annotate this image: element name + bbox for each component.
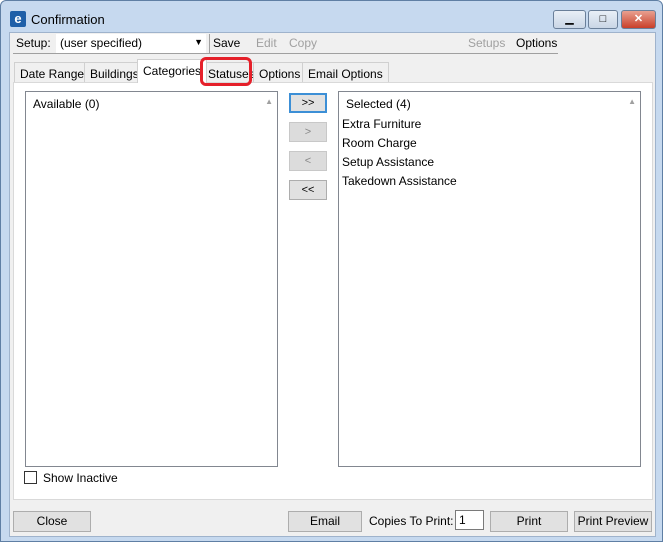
close-button[interactable]: Close: [13, 511, 91, 532]
toolbar-divider: [209, 34, 210, 53]
setup-dropdown[interactable]: (user specified) ▼: [56, 34, 206, 53]
copy-button[interactable]: Copy: [289, 36, 317, 50]
add-all-button[interactable]: >>: [289, 93, 327, 113]
highlight-ring: [200, 57, 252, 86]
copies-input[interactable]: 1: [455, 510, 484, 530]
available-list[interactable]: Available (0) ▲: [25, 91, 278, 467]
remove-all-button[interactable]: <<: [289, 180, 327, 200]
tab-buildings[interactable]: Buildings: [84, 62, 145, 82]
save-button[interactable]: Save: [213, 36, 240, 50]
setups-button[interactable]: Setups: [468, 36, 505, 50]
tab-date-range[interactable]: Date Range: [14, 62, 91, 82]
scroll-up-icon[interactable]: ▲: [628, 97, 636, 106]
setup-label: Setup:: [16, 36, 51, 50]
email-button[interactable]: Email: [288, 511, 362, 532]
print-button[interactable]: Print: [490, 511, 568, 532]
list-item[interactable]: Extra Furniture: [342, 117, 421, 131]
add-button[interactable]: >: [289, 122, 327, 142]
categories-panel: Available (0) ▲ >> > < << Selected (4) ▲…: [13, 82, 653, 500]
chevron-down-icon: ▼: [194, 37, 203, 47]
tab-options[interactable]: Options: [253, 62, 307, 82]
show-inactive-checkbox[interactable]: [24, 471, 37, 484]
selected-header: Selected (4): [346, 97, 411, 111]
title-bar[interactable]: e Confirmation ▁ □ ✕: [1, 1, 662, 33]
maximize-button[interactable]: □: [588, 10, 618, 29]
copies-label: Copies To Print:: [369, 514, 454, 528]
tab-categories[interactable]: Categories: [137, 59, 208, 83]
available-header: Available (0): [33, 97, 100, 111]
window-title: Confirmation: [31, 12, 105, 27]
close-window-button[interactable]: ✕: [621, 10, 656, 29]
confirmation-window: e Confirmation ▁ □ ✕ Setup: (user specif…: [0, 0, 663, 542]
print-preview-button[interactable]: Print Preview: [574, 511, 652, 532]
list-item[interactable]: Setup Assistance: [342, 155, 434, 169]
remove-button[interactable]: <: [289, 151, 327, 171]
show-inactive-label: Show Inactive: [43, 471, 118, 485]
list-item[interactable]: Room Charge: [342, 136, 417, 150]
setup-value: (user specified): [60, 36, 143, 50]
options-menu-button[interactable]: Options: [516, 36, 557, 50]
selected-list[interactable]: Selected (4) ▲ Extra Furniture Room Char…: [338, 91, 641, 467]
list-item[interactable]: Takedown Assistance: [342, 174, 457, 188]
scroll-up-icon[interactable]: ▲: [265, 97, 273, 106]
client-area: Setup: (user specified) ▼ Save Edit Copy…: [9, 32, 656, 537]
tab-email-options[interactable]: Email Options: [302, 62, 389, 82]
toolbar: Setup: (user specified) ▼ Save Edit Copy…: [13, 33, 558, 54]
minimize-button[interactable]: ▁: [553, 10, 586, 29]
edit-button[interactable]: Edit: [256, 36, 277, 50]
app-logo-icon: e: [10, 11, 26, 27]
